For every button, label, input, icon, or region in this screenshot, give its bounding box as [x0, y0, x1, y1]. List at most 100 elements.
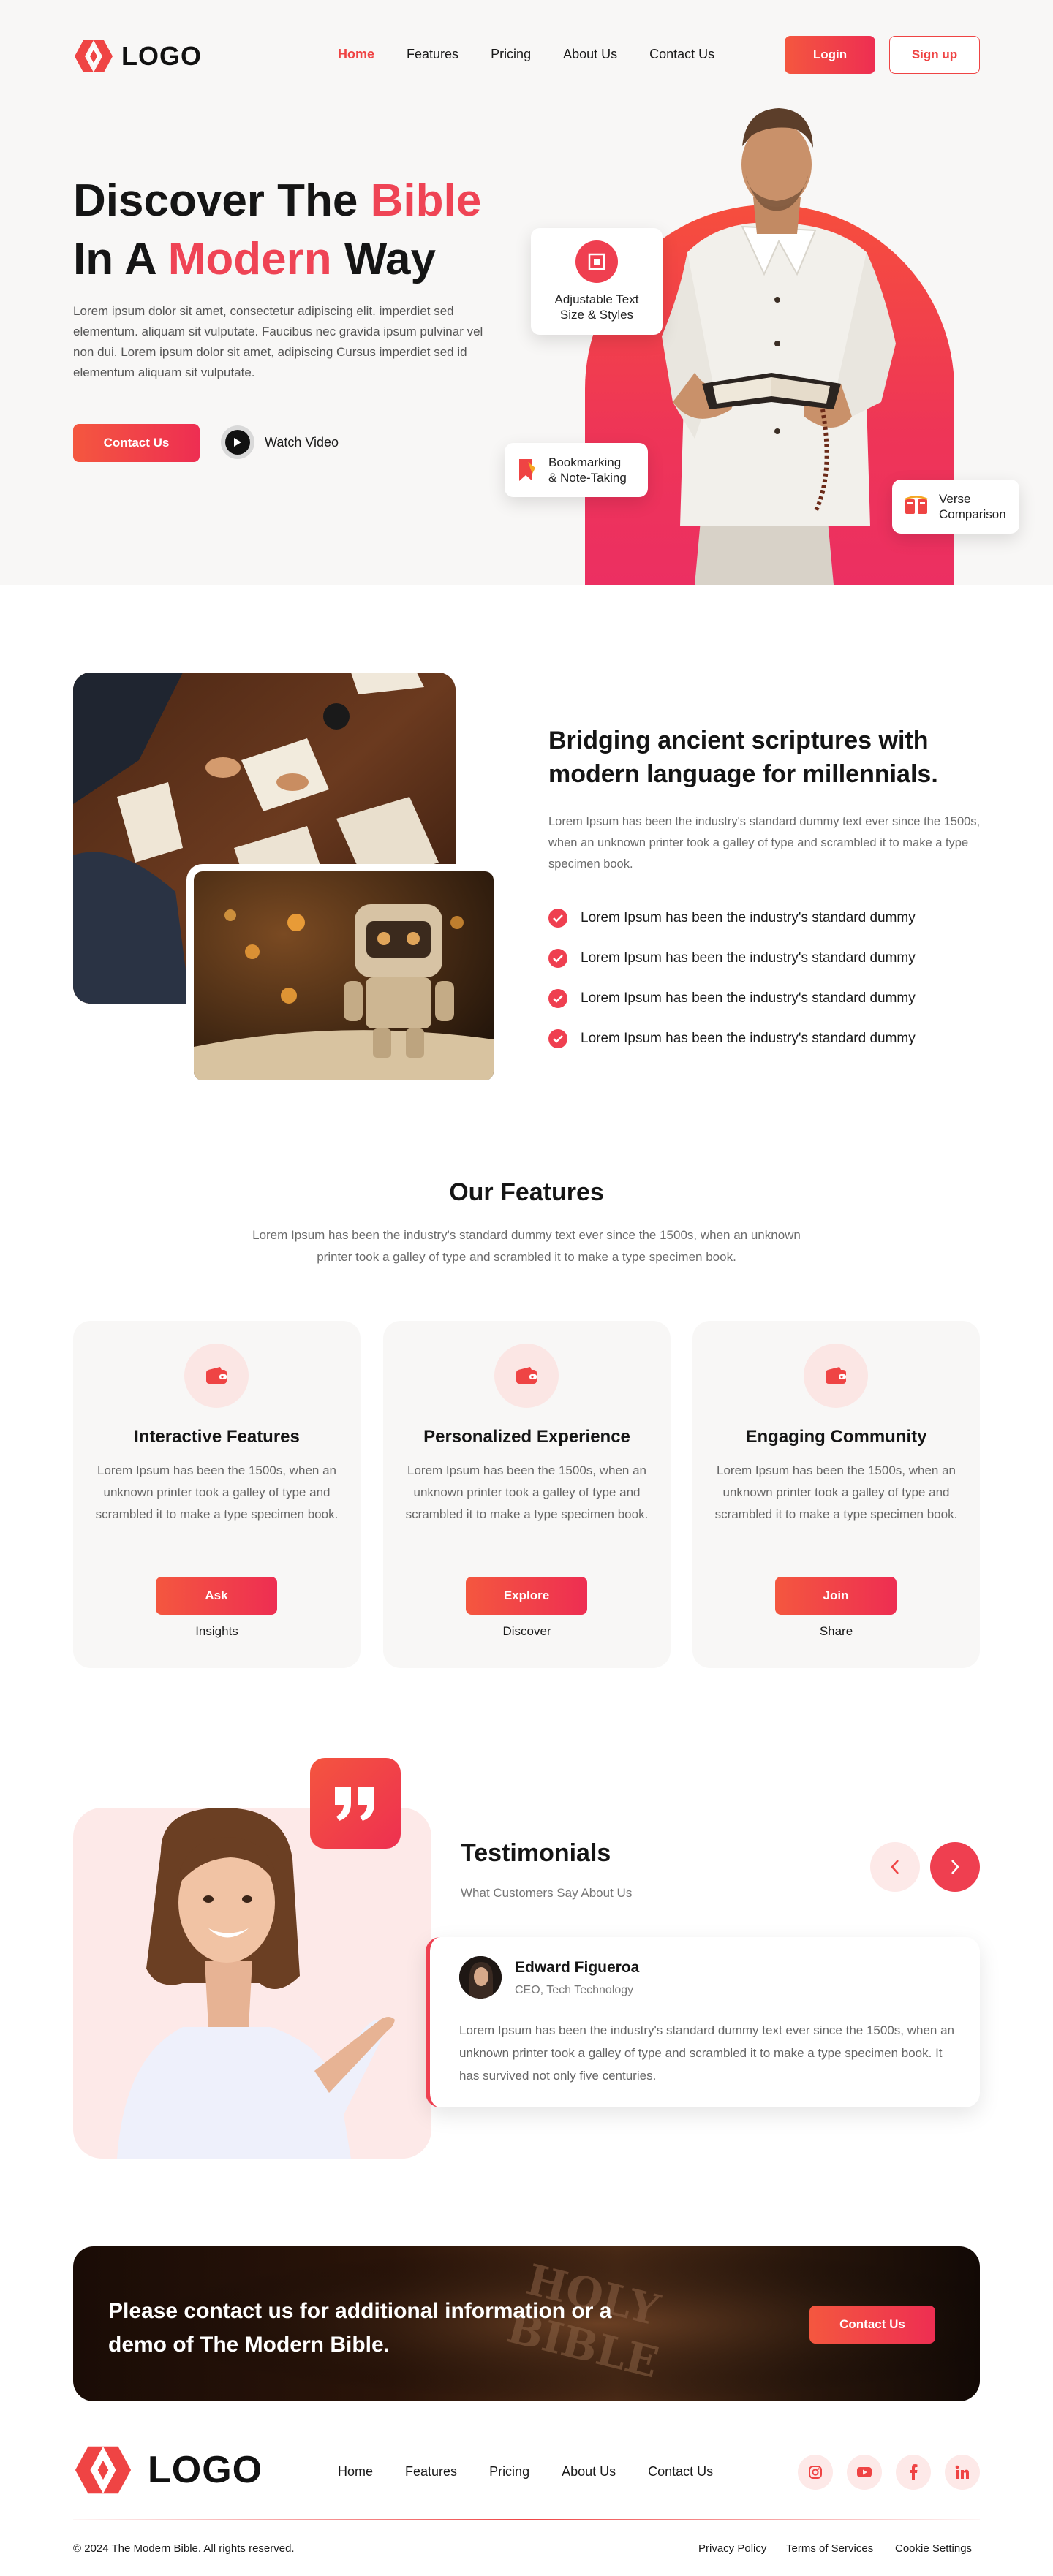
privacy-policy-link[interactable]: Privacy Policy	[698, 2542, 766, 2555]
checklist-item: Lorem Ipsum has been the industry's stan…	[548, 1018, 916, 1058]
quote-icon	[310, 1758, 401, 1849]
hero-section: LOGO Home Features Pricing About Us Cont…	[0, 0, 1053, 585]
footer-nav-home[interactable]: Home	[338, 2464, 373, 2480]
hero-title-accent: Modern	[167, 234, 332, 284]
next-testimonial-button[interactable]	[930, 1842, 980, 1892]
feature-caption: Insights	[195, 1624, 238, 1638]
card-label-line: Size & Styles	[559, 308, 634, 322]
logo-text: LOGO	[148, 2449, 263, 2491]
features-title: Our Features	[449, 1178, 604, 1206]
testimonial-name: Edward Figueroa	[515, 1959, 640, 1976]
footer-nav-pricing[interactable]: Pricing	[489, 2464, 529, 2480]
verse-comparison-label: Verse Comparison	[939, 491, 1006, 522]
login-button[interactable]: Login	[785, 36, 875, 74]
book-compare-icon	[905, 496, 928, 514]
header-logo[interactable]: LOGO	[73, 38, 202, 75]
feature-caption: Share	[819, 1624, 853, 1638]
footer-divider	[73, 2519, 980, 2520]
text-size-label: Adjustable Text Size & Styles	[555, 292, 639, 322]
join-button[interactable]: Join	[775, 1577, 897, 1615]
footer-nav-features[interactable]: Features	[405, 2464, 457, 2480]
feature-card-interactive: Interactive Features Lorem Ipsum has bee…	[73, 1321, 361, 1668]
check-icon	[548, 948, 567, 968]
explore-button[interactable]: Explore	[466, 1577, 587, 1615]
nav-contact[interactable]: Contact Us	[649, 47, 714, 62]
chevron-left-icon	[891, 1860, 899, 1874]
wallet-icon	[804, 1344, 868, 1408]
feature-description: Lorem Ipsum has been the 1500s, when an …	[714, 1463, 958, 1521]
landing-page: LOGO Home Features Pricing About Us Cont…	[0, 0, 1053, 2576]
feature-description: Lorem Ipsum has been the 1500s, when an …	[405, 1463, 649, 1521]
checklist-item: Lorem Ipsum has been the industry's stan…	[548, 978, 916, 1018]
feature-title: Interactive Features	[134, 1427, 300, 1447]
about-title: Bridging ancient scriptures with modern …	[548, 727, 938, 788]
footer-nav-contact[interactable]: Contact Us	[648, 2464, 713, 2480]
hero-title-part: Discover The	[73, 175, 371, 226]
check-icon	[548, 908, 567, 928]
footer-nav: Home Features Pricing About Us Contact U…	[338, 2464, 713, 2480]
hero-title: Discover The Bible In A Modern Way	[73, 172, 481, 289]
hero-title-part: Way	[331, 234, 437, 284]
check-icon	[548, 988, 567, 1008]
cookie-settings-link[interactable]: Cookie Settings	[895, 2542, 972, 2555]
prev-testimonial-button[interactable]	[870, 1842, 920, 1892]
facebook-icon[interactable]	[896, 2455, 931, 2490]
checklist-text: Lorem Ipsum has been the industry's stan…	[581, 950, 916, 966]
chevron-right-icon	[951, 1860, 959, 1874]
ask-button[interactable]: Ask	[156, 1577, 277, 1615]
text-size-icon	[575, 240, 618, 283]
feature-caption: Discover	[502, 1624, 551, 1638]
checklist-text: Lorem Ipsum has been the industry's stan…	[581, 1030, 916, 1046]
testimonial-card: Edward Figueroa CEO, Tech Technology Lor…	[426, 1937, 980, 2107]
signup-button[interactable]: Sign up	[889, 36, 980, 74]
check-icon	[548, 1028, 567, 1048]
checklist-text: Lorem Ipsum has been the industry's stan…	[581, 909, 916, 925]
card-label-line: Comparison	[939, 507, 1006, 521]
hero-contact-button[interactable]: Contact Us	[73, 424, 200, 462]
feature-card-personalized: Personalized Experience Lorem Ipsum has …	[383, 1321, 671, 1668]
feature-description: Lorem Ipsum has been the 1500s, when an …	[95, 1463, 339, 1521]
footer-nav-about[interactable]: About Us	[562, 2464, 616, 2480]
logo-icon	[75, 40, 113, 72]
copyright-text: © 2024 The Modern Bible. All rights rese…	[73, 2542, 295, 2555]
about-image-robot	[194, 871, 494, 1080]
hero-title-part: In A	[73, 234, 168, 284]
footer-logo[interactable]: LOGO	[73, 2443, 263, 2497]
feature-card-verse-comparison: Verse Comparison	[892, 480, 1019, 534]
wallet-icon	[184, 1344, 249, 1408]
hero-description: Lorem ipsum dolor sit amet, consectetur …	[73, 304, 483, 379]
card-label-line: Bookmarking	[548, 455, 622, 469]
card-label-line: Verse	[939, 492, 971, 506]
feature-title: Engaging Community	[745, 1427, 927, 1447]
wallet-icon	[494, 1344, 559, 1408]
linkedin-icon[interactable]	[945, 2455, 980, 2490]
instagram-icon[interactable]	[798, 2455, 833, 2490]
about-description: Lorem Ipsum has been the industry's stan…	[548, 815, 981, 871]
cta-contact-button[interactable]: Contact Us	[809, 2306, 935, 2344]
nav-pricing[interactable]: Pricing	[491, 47, 531, 62]
youtube-icon[interactable]	[847, 2455, 882, 2490]
terms-of-services-link[interactable]: Terms of Services	[786, 2542, 873, 2555]
testimonials-subtitle: What Customers Say About Us	[461, 1886, 633, 1900]
testimonials-title: Testimonials	[461, 1839, 611, 1867]
watch-video-button[interactable]: Watch Video	[221, 425, 339, 459]
avatar	[459, 1956, 502, 1999]
hero-title-accent: Bible	[370, 175, 482, 226]
main-nav: Home Features Pricing About Us Contact U…	[338, 47, 714, 62]
logo-text: LOGO	[121, 41, 202, 71]
nav-home[interactable]: Home	[338, 47, 374, 62]
checklist-item: Lorem Ipsum has been the industry's stan…	[548, 898, 916, 938]
cta-text: Please contact us for additional informa…	[108, 2299, 612, 2357]
feature-card-text-size: Adjustable Text Size & Styles	[531, 228, 663, 335]
bookmark-icon	[519, 459, 535, 481]
play-icon	[221, 425, 254, 459]
nav-features[interactable]: Features	[407, 47, 458, 62]
feature-title: Personalized Experience	[423, 1427, 630, 1447]
testimonial-role: CEO, Tech Technology	[515, 1984, 634, 1996]
logo-icon	[75, 2446, 132, 2494]
testimonial-text: Lorem Ipsum has been the industry's stan…	[459, 2023, 955, 2083]
card-label-line: Adjustable Text	[554, 292, 639, 306]
bookmark-label: Bookmarking & Note-Taking	[548, 455, 627, 485]
about-image-robot-frame	[186, 864, 501, 1088]
nav-about[interactable]: About Us	[563, 47, 617, 62]
